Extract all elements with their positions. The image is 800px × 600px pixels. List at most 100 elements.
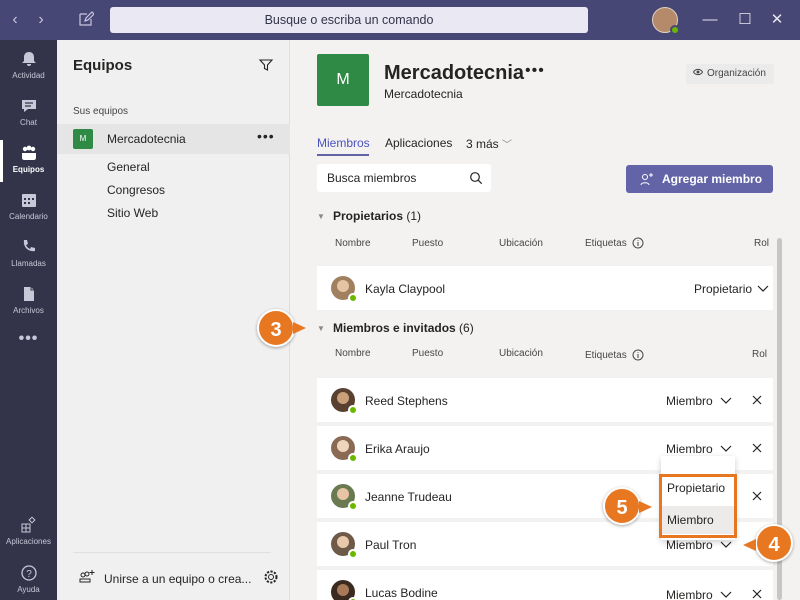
remove-member-icon[interactable]	[752, 395, 762, 405]
column-header-tags[interactable]: Etiquetas	[585, 350, 627, 361]
member-name: Erika Araujo	[365, 442, 430, 456]
title-bar: ‹ › Busque o escriba un comando — ☐ ✕	[0, 0, 800, 40]
presence-available-icon	[348, 549, 358, 559]
tab-more[interactable]: 3 más ﹀	[466, 136, 512, 151]
section-title: Propietarios	[333, 209, 404, 223]
phone-icon	[23, 240, 35, 252]
chevron-down-icon[interactable]	[757, 285, 769, 293]
compose-icon[interactable]	[78, 11, 94, 27]
gear-icon[interactable]	[263, 569, 279, 585]
avatar	[331, 532, 358, 559]
close-window-icon[interactable]: ✕	[767, 10, 787, 30]
remove-member-icon[interactable]	[752, 589, 762, 599]
members-section-header[interactable]: Miembros e invitados (6)	[333, 321, 474, 335]
join-or-create-team-link[interactable]: Unirse a un equipo o crea...	[104, 572, 251, 586]
column-header-title[interactable]: Puesto	[412, 348, 443, 359]
appbar-item-activity[interactable]: Actividad	[0, 44, 57, 90]
appbar-item-calendar[interactable]: Calendario	[0, 185, 57, 231]
team-item-mercadotecnia[interactable]: M Mercadotecnia •••	[57, 124, 290, 154]
appbar-item-files[interactable]: Archivos	[0, 279, 57, 325]
page-title: Mercadotecnia	[384, 62, 525, 84]
channel-item[interactable]: Congresos	[107, 183, 165, 197]
maximize-icon[interactable]: ☐	[735, 10, 755, 30]
chevron-down-icon[interactable]	[720, 541, 732, 549]
owners-section-header[interactable]: Propietarios (1)	[333, 209, 421, 223]
column-header-title[interactable]: Puesto	[412, 238, 443, 249]
highlight-frame	[659, 474, 737, 538]
file-icon	[23, 287, 34, 301]
chevron-down-icon[interactable]	[720, 591, 732, 599]
tab-apps[interactable]: Aplicaciones	[385, 136, 452, 150]
column-header-name[interactable]: Nombre	[335, 238, 371, 249]
back-arrow-icon[interactable]: ‹	[5, 10, 25, 30]
panel-title: Equipos	[73, 57, 133, 74]
filter-icon[interactable]	[258, 57, 274, 73]
profile-avatar[interactable]	[652, 7, 680, 35]
presence-available-icon	[348, 405, 358, 415]
active-tab-indicator	[317, 154, 369, 156]
svg-text:?: ?	[26, 569, 32, 580]
callout-pointer	[639, 501, 652, 513]
role-select[interactable]: Miembro	[666, 394, 713, 408]
appbar-item-calls[interactable]: Llamadas	[0, 232, 57, 278]
app-bar: Actividad Chat Equipos Calendario Llamad…	[0, 40, 57, 600]
table-row[interactable]: Reed Stephens Miembro	[317, 378, 773, 422]
tab-more-label: 3 más	[466, 137, 499, 151]
chat-icon	[21, 100, 36, 112]
bell-icon	[21, 52, 36, 66]
chevron-down-icon[interactable]	[720, 397, 732, 405]
column-header-role[interactable]: Rol	[752, 349, 767, 360]
column-header-tags[interactable]: Etiquetas	[585, 238, 627, 249]
appbar-more-button[interactable]: •••	[0, 330, 57, 376]
member-name: Paul Tron	[365, 538, 417, 552]
step-callout-4: 4	[755, 524, 793, 562]
section-title: Miembros e invitados	[333, 321, 456, 335]
column-header-role[interactable]: Rol	[754, 238, 769, 249]
avatar	[331, 436, 358, 463]
column-header-location[interactable]: Ubicación	[499, 238, 543, 249]
table-row[interactable]: Lucas Bodine Miembro	[317, 570, 773, 600]
join-team-icon[interactable]	[79, 569, 95, 585]
collapse-caret-icon[interactable]: ▼	[317, 212, 325, 221]
member-name: Reed Stephens	[365, 394, 448, 408]
role-select[interactable]: Miembro	[666, 442, 713, 456]
appbar-item-chat[interactable]: Chat	[0, 91, 57, 137]
appbar-item-help[interactable]: ? Ayuda	[0, 558, 57, 600]
command-search-input[interactable]: Busque o escriba un comando	[110, 7, 588, 33]
channel-item[interactable]: General	[107, 160, 150, 174]
appbar-label: Equipos	[12, 165, 45, 174]
remove-member-icon[interactable]	[752, 443, 762, 453]
chevron-down-icon: ﹀	[502, 140, 513, 151]
team-more-options-icon[interactable]: •••	[525, 62, 545, 80]
search-placeholder: Busca miembros	[327, 171, 417, 185]
step-callout-3: 3	[257, 309, 295, 347]
divider	[73, 552, 271, 553]
callout-pointer	[293, 322, 306, 334]
add-member-button[interactable]: Agregar miembro	[626, 165, 773, 193]
forward-arrow-icon[interactable]: ›	[31, 10, 51, 30]
role-select[interactable]: Propietario	[694, 282, 752, 296]
role-select[interactable]: Miembro	[666, 538, 713, 552]
collapse-caret-icon[interactable]: ▼	[317, 324, 325, 333]
channel-item[interactable]: Sitio Web	[107, 206, 158, 220]
search-members-input[interactable]: Busca miembros	[317, 164, 491, 192]
column-header-location[interactable]: Ubicación	[499, 348, 543, 359]
info-icon[interactable]	[632, 237, 644, 249]
role-select[interactable]: Miembro	[666, 588, 713, 600]
appbar-label: Chat	[20, 118, 37, 127]
member-name: Lucas Bodine	[365, 586, 438, 600]
teams-list-panel: Equipos Sus equipos M Mercadotecnia ••• …	[57, 40, 290, 600]
tab-members[interactable]: Miembros	[317, 136, 370, 150]
team-more-options-icon[interactable]: •••	[257, 128, 275, 144]
badge-label: Organización	[707, 68, 766, 79]
chevron-down-icon[interactable]	[720, 445, 732, 453]
presence-available-icon	[670, 25, 680, 35]
remove-member-icon[interactable]	[752, 491, 762, 501]
callout-pointer	[743, 539, 756, 551]
info-icon[interactable]	[632, 349, 644, 361]
column-header-name[interactable]: Nombre	[335, 348, 371, 359]
table-row[interactable]: Kayla Claypool Propietario	[317, 266, 773, 310]
appbar-item-teams[interactable]: Equipos	[0, 138, 57, 184]
appbar-item-apps[interactable]: Aplicaciones	[0, 510, 57, 556]
minimize-icon[interactable]: —	[700, 10, 720, 30]
